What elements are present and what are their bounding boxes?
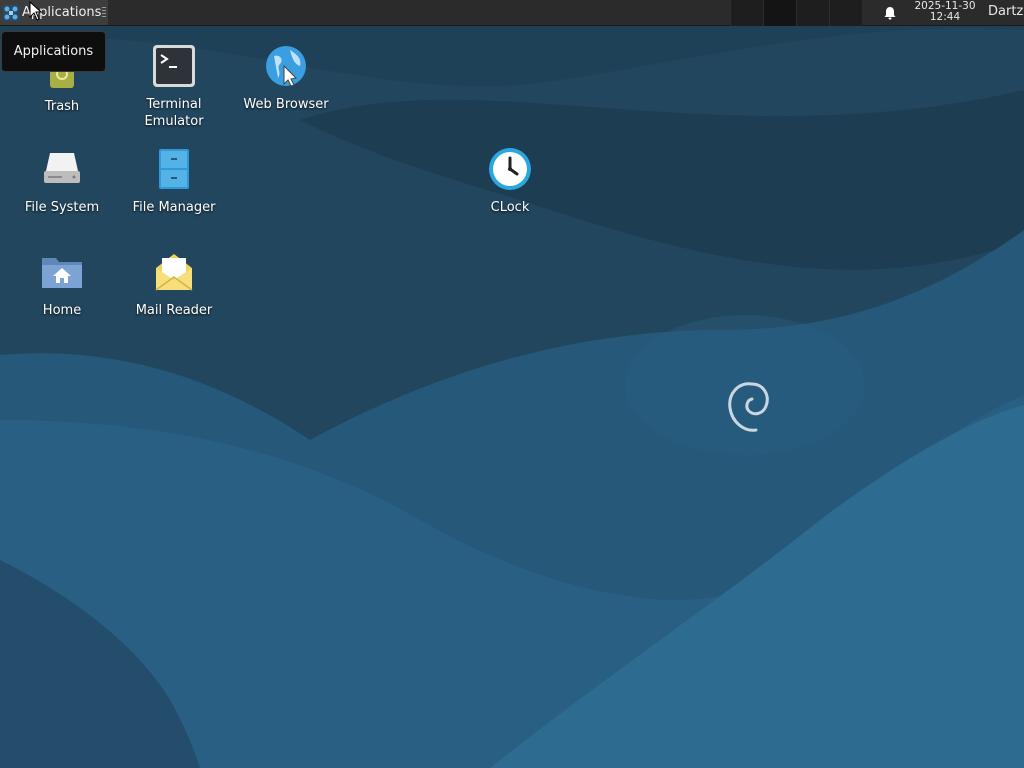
desktop-icon-web-browser[interactable]: Web Browser xyxy=(231,42,341,113)
terminal-icon xyxy=(153,45,195,87)
user-menu[interactable]: Dartz xyxy=(988,4,1023,19)
desktop-icon-terminal-emulator[interactable]: Terminal Emulator xyxy=(119,42,229,130)
terminal-emulator-label: Terminal Emulator xyxy=(144,97,204,129)
workspace-1[interactable] xyxy=(730,0,763,26)
home-label: Home xyxy=(42,303,82,318)
workspace-4[interactable] xyxy=(829,0,862,26)
mail-icon xyxy=(155,254,193,291)
panel-clock[interactable]: 2025-11-30 12:44 xyxy=(906,1,984,23)
clock-label: CLock xyxy=(490,200,530,215)
file-manager-label: File Manager xyxy=(132,200,216,215)
trash-label: Trash xyxy=(44,99,80,114)
workspace-3[interactable] xyxy=(796,0,829,26)
desktop-icon-home[interactable]: Home xyxy=(7,248,117,319)
clock-time: 12:44 xyxy=(929,11,961,23)
web-browser-label: Web Browser xyxy=(243,97,329,112)
web-browser-icon xyxy=(266,46,306,87)
bell-icon[interactable] xyxy=(882,5,898,21)
desktop-icon-clock[interactable]: CLock xyxy=(455,145,565,216)
drive-icon xyxy=(44,153,80,183)
mail-reader-label: Mail Reader xyxy=(135,303,213,318)
top-panel: Applications 2025-11-30 12:44 Dartz xyxy=(0,0,1024,26)
workspace-switcher xyxy=(730,0,862,26)
debian-logo xyxy=(728,382,769,432)
mouse-cursor-icon xyxy=(29,1,43,21)
file-manager-icon xyxy=(159,149,189,189)
panel-handle[interactable] xyxy=(102,7,106,18)
applications-tooltip: Applications xyxy=(1,31,106,72)
desktop-icon-mail-reader[interactable]: Mail Reader xyxy=(119,248,229,319)
file-system-label: File System xyxy=(24,200,100,215)
home-folder-icon xyxy=(42,258,82,288)
desktop-icon-file-manager[interactable]: File Manager xyxy=(119,145,229,216)
desktop-icon-file-system[interactable]: File System xyxy=(7,145,117,216)
xfce-logo-icon xyxy=(3,4,19,21)
clock-icon xyxy=(489,148,531,190)
workspace-2[interactable] xyxy=(763,0,796,26)
applications-menu-button[interactable]: Applications xyxy=(0,0,108,25)
